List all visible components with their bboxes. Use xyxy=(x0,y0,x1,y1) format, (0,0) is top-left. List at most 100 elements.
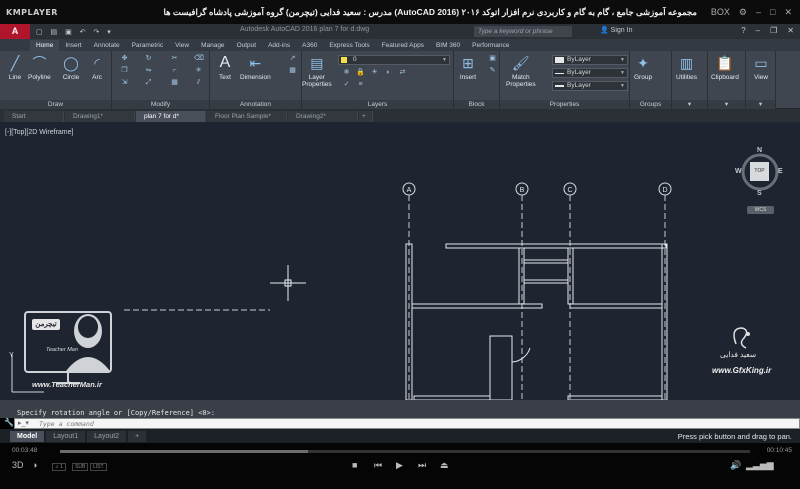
linetype-dropdown[interactable]: ByLayer ▼ xyxy=(552,68,628,78)
polyline-button[interactable]: ⌒ Polyline xyxy=(28,54,51,81)
next-icon[interactable]: ⏭ xyxy=(418,460,426,471)
view-panel-title[interactable]: ▾ xyxy=(746,100,775,109)
close-icon[interactable]: ✕ xyxy=(784,7,792,18)
text-button[interactable]: A Text xyxy=(216,54,234,81)
maximize-icon[interactable]: □ xyxy=(770,7,775,18)
previous-icon[interactable]: ⏮ xyxy=(374,460,382,471)
trim-icon[interactable]: ✂ xyxy=(170,55,179,63)
create-block-icon[interactable]: ▣ xyxy=(488,55,497,63)
utilities-button[interactable]: ▥ Utilities xyxy=(676,54,697,82)
new-tab-button[interactable]: + xyxy=(359,111,373,122)
tab-home[interactable]: Home xyxy=(30,40,60,51)
search-input[interactable]: Type a keyword or phrase xyxy=(474,26,572,37)
viewcube[interactable]: N S E W TOP xyxy=(735,147,783,197)
play-icon[interactable]: ▶ xyxy=(396,460,403,471)
tab-featured-apps[interactable]: Featured Apps xyxy=(376,40,430,51)
playlist-icon[interactable]: LIST xyxy=(90,463,107,471)
explode-icon[interactable]: ✳ xyxy=(194,67,203,75)
stretch-icon[interactable]: ⇲ xyxy=(120,79,129,87)
compass-north[interactable]: N xyxy=(757,147,762,154)
layer-properties-button[interactable]: ▤ Layer Properties xyxy=(302,54,332,89)
audio-track-icon[interactable]: ♫ 1 xyxy=(52,463,66,471)
mirror-icon[interactable]: ⇋ xyxy=(144,67,153,75)
rotate-icon[interactable]: ↻ xyxy=(144,55,153,63)
file-tab-plan-7[interactable]: plan 7 for d* xyxy=(136,111,206,122)
array-icon[interactable]: ▦ xyxy=(170,79,179,87)
group-button[interactable]: ✦ Group xyxy=(634,54,652,82)
sign-in-button[interactable]: 👤 Sign In xyxy=(600,26,632,34)
line-button[interactable]: ╱ Line xyxy=(6,54,24,82)
insert-button[interactable]: ⊞ Insert xyxy=(459,54,477,82)
tab-a360[interactable]: A360 xyxy=(296,40,323,51)
scale-icon[interactable]: ⤢ xyxy=(144,79,153,87)
tab-layout2[interactable]: Layout2 xyxy=(87,430,127,442)
leader-icon[interactable]: ↗ xyxy=(288,55,297,63)
wrench-icon[interactable]: 🔧 xyxy=(4,418,14,429)
3d-icon[interactable]: 3D xyxy=(12,460,24,470)
tab-performance[interactable]: Performance xyxy=(466,40,515,51)
restore-icon[interactable]: ❐ xyxy=(770,26,777,35)
close-icon[interactable]: ✕ xyxy=(787,26,794,35)
dimension-button[interactable]: ⇤ Dimension xyxy=(240,54,271,82)
tab-output[interactable]: Output xyxy=(231,40,263,51)
arc-button[interactable]: ◜ Arc xyxy=(88,54,106,82)
layer-lock-icon[interactable]: 🔒 xyxy=(356,69,365,77)
annotation-panel-title[interactable]: Annotation xyxy=(210,100,301,109)
color-dropdown[interactable]: ByLayer ▼ xyxy=(552,55,628,65)
layer-match-icon[interactable]: ⇄ xyxy=(398,69,407,77)
viewcube-top-face[interactable]: TOP xyxy=(750,162,769,181)
layer-dropdown[interactable]: 0 ▼ xyxy=(338,55,450,65)
quick-access-toolbar[interactable]: ▢ ▤ ▣ ↶ ↷ ▾ xyxy=(36,28,114,36)
tab-view[interactable]: View xyxy=(169,40,195,51)
clipboard-panel-title[interactable]: ▾ xyxy=(708,100,745,109)
tab-parametric[interactable]: Parametric xyxy=(126,40,169,51)
minimize-icon[interactable]: – xyxy=(756,7,761,18)
edit-block-icon[interactable]: ✎ xyxy=(488,67,497,75)
tab-manage[interactable]: Manage xyxy=(195,40,231,51)
modify-panel-title[interactable]: Modify xyxy=(112,100,209,109)
tab-bim-360[interactable]: BIM 360 xyxy=(430,40,466,51)
groups-panel-title[interactable]: Groups xyxy=(630,100,671,109)
block-panel-title[interactable]: Block xyxy=(454,100,499,109)
seek-bar[interactable] xyxy=(60,450,750,453)
volume-icon[interactable]: 🔊 xyxy=(730,460,741,471)
layer-freeze-icon[interactable]: ❄ xyxy=(342,69,351,77)
layer-isolate-icon[interactable]: ◐ xyxy=(384,69,393,77)
autocad-logo[interactable]: A xyxy=(0,24,30,39)
command-customize-icon[interactable]: ▸_▾ xyxy=(18,419,29,428)
tab-express-tools[interactable]: Express Tools xyxy=(323,40,375,51)
circle-button[interactable]: ◯ Circle xyxy=(62,54,80,82)
compass-west[interactable]: W xyxy=(735,168,742,175)
tab-add-ins[interactable]: Add-ins xyxy=(262,40,296,51)
settings-icon[interactable]: ⚙ xyxy=(739,7,747,18)
file-tab-start[interactable]: Start xyxy=(4,111,64,122)
minimize-icon[interactable]: – xyxy=(756,26,760,35)
lineweight-dropdown[interactable]: ByLayer ▼ xyxy=(552,81,628,91)
compass-south[interactable]: S xyxy=(757,190,762,197)
layers-panel-title[interactable]: Layers xyxy=(302,100,453,109)
tab-annotate[interactable]: Annotate xyxy=(88,40,126,51)
tab-model[interactable]: Model xyxy=(10,430,45,442)
tab-insert[interactable]: Insert xyxy=(59,40,87,51)
command-input[interactable] xyxy=(39,419,779,428)
match-properties-button[interactable]: 🖌 Match Properties xyxy=(506,54,536,89)
file-tab-drawing2[interactable]: Drawing2* xyxy=(288,111,358,122)
tab-layout1[interactable]: Layout1 xyxy=(46,430,86,442)
file-tab-drawing1[interactable]: Drawing1* xyxy=(65,111,135,122)
compass-east[interactable]: E xyxy=(778,168,783,175)
fillet-icon[interactable]: ⌐ xyxy=(170,67,179,75)
view-button[interactable]: ▭ View xyxy=(752,54,770,82)
utilities-panel-title[interactable]: ▾ xyxy=(672,100,707,109)
table-icon[interactable]: ▦ xyxy=(288,67,297,75)
clipboard-button[interactable]: 📋 Clipboard xyxy=(711,54,739,82)
layer-off-icon[interactable]: ☀ xyxy=(370,69,379,77)
eject-icon[interactable]: ⏏ xyxy=(440,460,449,471)
drawing-canvas[interactable]: [-][Top][2D Wireframe] A B C D Y N S E W… xyxy=(0,122,800,400)
vr-icon[interactable]: ◑ xyxy=(32,460,37,470)
add-layout-button[interactable]: + xyxy=(128,430,147,442)
wcs-menu[interactable]: WCS xyxy=(747,206,774,214)
draw-panel-title[interactable]: Draw xyxy=(0,100,111,109)
copy-icon[interactable]: ❐ xyxy=(120,67,129,75)
move-icon[interactable]: ✥ xyxy=(120,55,129,63)
volume-slider[interactable]: ▂▃▅▆ xyxy=(746,460,786,471)
